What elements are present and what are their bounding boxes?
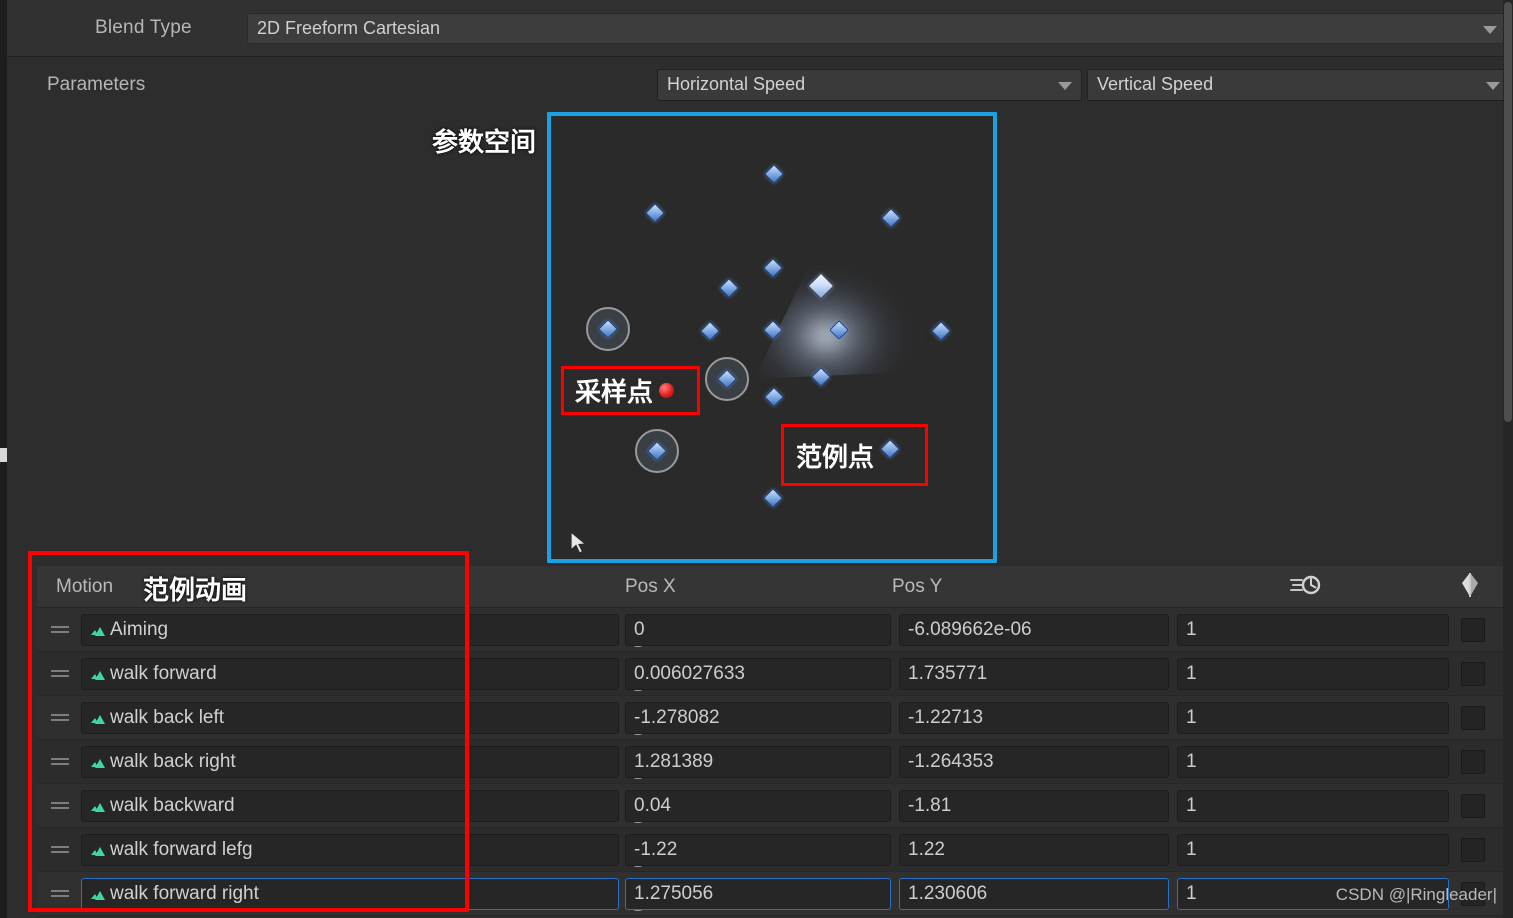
mirror-checkbox[interactable] [1461,794,1485,818]
annotation-example-point-label: 范例点 [796,441,875,472]
motion-table-header: Motion Pos X Pos Y [37,566,1503,608]
mirror-checkbox[interactable] [1461,662,1485,686]
parameter-y-dropdown[interactable]: Vertical Speed [1087,69,1510,101]
pos-x-input[interactable]: 0.04 [625,790,891,822]
pos-y-input[interactable]: 1.230606 [899,878,1169,910]
drag-handle-icon[interactable] [51,758,69,766]
pos-y-input[interactable]: 1.735771 [899,658,1169,690]
parameter-x-dropdown[interactable]: Horizontal Speed [657,69,1082,101]
mirror-checkbox[interactable] [1461,618,1485,642]
motion-name: Aiming [110,619,169,640]
annotation-sample-point-label: 采样点 [575,377,654,407]
drag-handle-icon[interactable] [51,890,69,898]
drag-handle-icon[interactable] [51,802,69,810]
blend-graph[interactable] [547,112,997,563]
speed-clock-icon [1290,572,1324,603]
animation-clip-icon [90,710,108,727]
annotation-sample-point: 采样点 [561,366,700,415]
animation-clip-icon [90,622,108,639]
table-row[interactable]: walk forward 0.006027633 1.735771 1 [37,652,1503,696]
pos-y-input[interactable]: 1.22 [899,834,1169,866]
annotation-example-animation-label: 范例动画 [143,575,248,605]
pos-x-input[interactable]: -1.22 [625,834,891,866]
gutter-notch [0,448,7,462]
speed-input[interactable]: 1 [1177,702,1449,734]
motion-field[interactable]: walk forward [81,658,648,691]
motion-field[interactable]: walk forward lefg [81,834,648,867]
speed-input[interactable]: 1 [1177,790,1449,822]
motion-table-body: Aiming 0 -6.089662e-06 1 walk forward 0.00602… [37,608,1503,916]
motion-field[interactable]: walk back left [81,702,648,735]
pos-x-input[interactable]: -1.278082 [625,702,891,734]
motion-name: walk back right [110,751,236,772]
motion-name: walk backward [110,795,235,816]
blend-tree-inspector: Blend Type 2D Freeform Cartesian Paramet… [0,0,1513,918]
column-header-motion: Motion [56,576,114,597]
blend-type-dropdown[interactable]: 2D Freeform Cartesian [247,13,1507,44]
blend-tree-icon [29,0,75,24]
blend-graph-highlight-box [547,112,997,563]
pos-y-input[interactable]: -1.81 [899,790,1169,822]
motion-field[interactable]: Aiming [81,614,648,647]
motion-table: Motion Pos X Pos Y Aiming 0 -6.089662e-0… [37,566,1503,918]
chevron-down-icon [1486,82,1500,90]
table-row[interactable]: walk forward lefg -1.22 1.22 1 [37,828,1503,872]
parameter-x-value: Horizontal Speed [667,74,806,94]
table-row[interactable]: walk back right 1.281389 -1.264353 1 [37,740,1503,784]
table-row[interactable]: walk back left -1.278082 -1.22713 1 [37,696,1503,740]
drag-handle-icon[interactable] [51,626,69,634]
speed-input[interactable]: 1 [1177,834,1449,866]
animation-clip-icon [90,666,108,683]
table-row[interactable]: Aiming 0 -6.089662e-06 1 [37,608,1503,652]
pos-x-input[interactable]: 0.006027633 [625,658,891,690]
mirror-checkbox[interactable] [1461,838,1485,862]
chevron-down-icon [1058,82,1072,90]
pos-y-input[interactable]: -1.22713 [899,702,1169,734]
annotation-parameter-space: 参数空间 [432,127,537,157]
drag-handle-icon[interactable] [51,714,69,722]
animation-clip-icon [90,798,108,815]
pos-x-input[interactable]: 1.281389 [625,746,891,778]
blend-type-label: Blend Type [95,17,192,38]
pos-x-input[interactable]: 1.275056 [625,878,891,910]
speed-input[interactable]: 1 [1177,614,1449,646]
parameters-row: Parameters Horizontal Speed Vertical Spe… [7,57,1513,112]
animation-clip-icon [90,886,108,903]
vertical-scrollbar[interactable] [1503,0,1513,918]
table-row[interactable]: walk forward right 1.275056 1.230606 1 [37,872,1503,916]
pos-y-input[interactable]: -1.264353 [899,746,1169,778]
pos-y-input[interactable]: -6.089662e-06 [899,614,1169,646]
annotation-example-point: 范例点 [781,424,928,486]
parameter-y-value: Vertical Speed [1097,74,1214,94]
speed-input[interactable]: 1 [1177,746,1449,778]
animation-clip-icon [90,842,108,859]
column-header-pos-y: Pos Y [892,576,943,597]
blend-type-row: Blend Type 2D Freeform Cartesian [7,0,1513,57]
scrollbar-thumb[interactable] [1504,2,1512,422]
drag-handle-icon[interactable] [51,846,69,854]
column-header-pos-x: Pos X [625,576,676,597]
motion-name: walk back left [110,707,225,728]
speed-input[interactable]: 1 [1177,658,1449,690]
motion-field[interactable]: walk backward [81,790,648,823]
motion-field[interactable]: walk forward right [81,878,648,911]
motion-name: walk forward [110,663,217,684]
motion-name: walk forward right [110,883,259,904]
pos-x-input[interactable]: 0 [625,614,891,646]
drag-handle-icon[interactable] [51,670,69,678]
left-gutter [0,0,7,918]
table-row[interactable]: walk backward 0.04 -1.81 1 [37,784,1503,828]
sample-point-dot-icon [659,383,675,398]
mirror-checkbox[interactable] [1461,706,1485,730]
motion-field[interactable]: walk back right [81,746,648,779]
blend-type-value: 2D Freeform Cartesian [257,18,441,38]
chevron-down-icon [1483,25,1497,34]
motion-name: walk forward lefg [110,839,253,860]
parameters-label: Parameters [47,74,146,95]
animation-clip-icon [90,754,108,771]
watermark: CSDN @|Ringleader| [1335,885,1497,904]
mirror-checkbox[interactable] [1461,750,1485,774]
mirror-icon [1457,572,1483,603]
